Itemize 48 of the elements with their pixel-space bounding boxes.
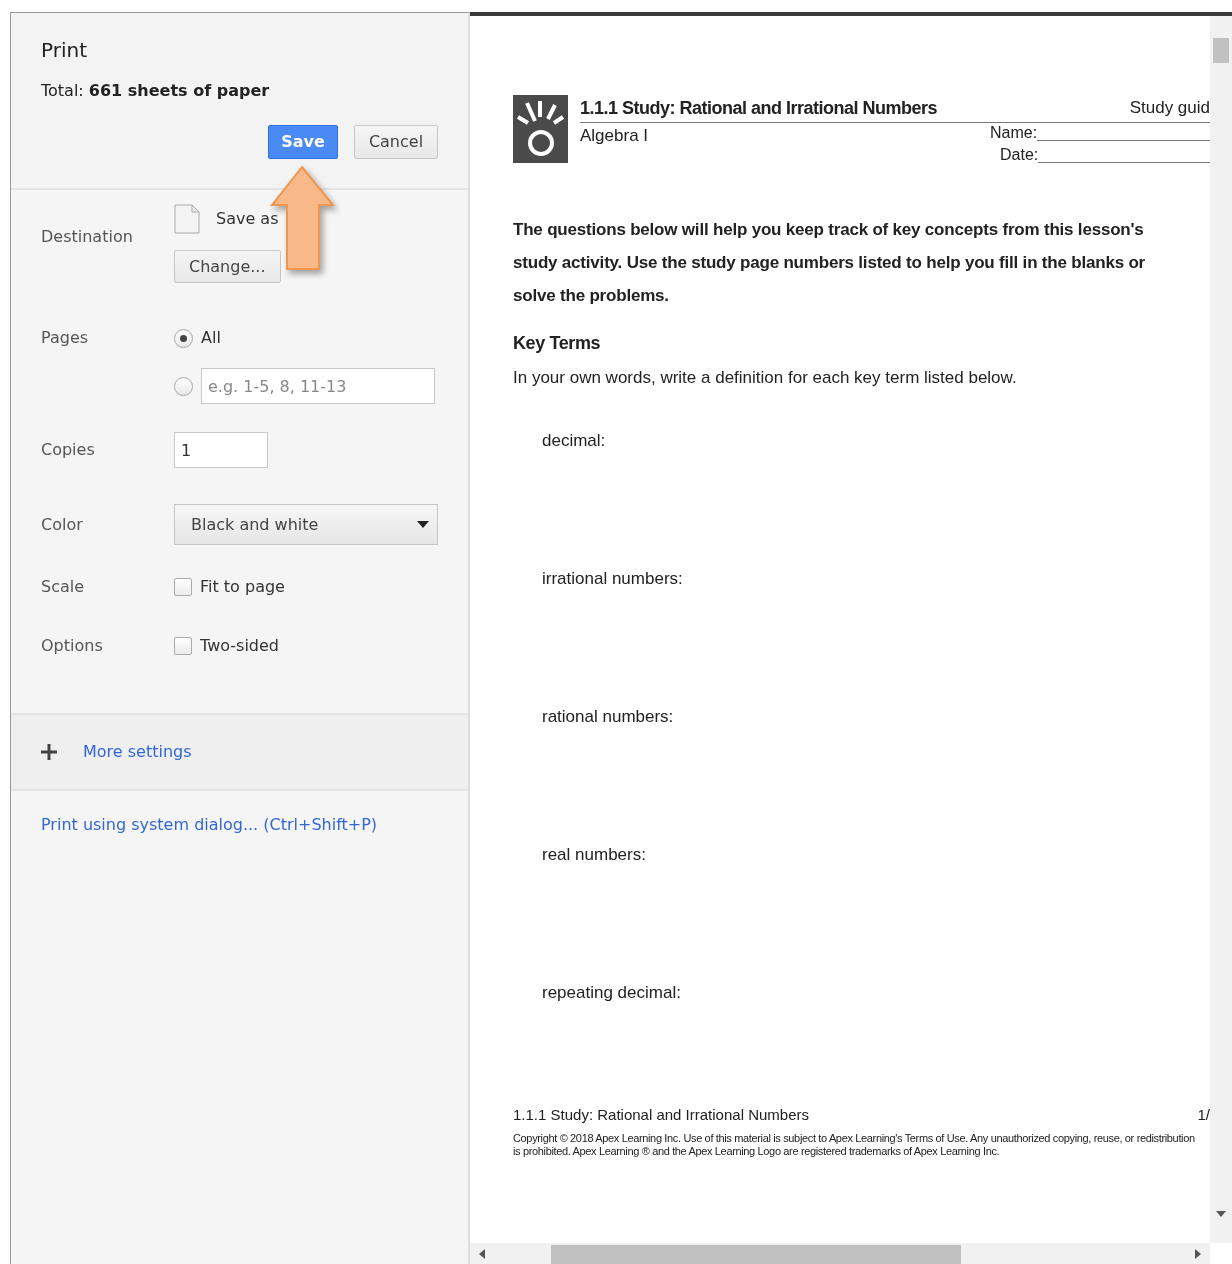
- setting-label: Destination: [41, 226, 134, 248]
- scroll-down-icon[interactable]: [1216, 1211, 1226, 1217]
- change-button[interactable]: Change...: [174, 250, 281, 283]
- total-sheets-text: Total: 661 sheets of paper: [41, 80, 271, 102]
- more-settings-link[interactable]: More settings: [83, 740, 192, 764]
- radio-label: All: [201, 327, 221, 349]
- key-term: irrational numbers:: [542, 568, 683, 588]
- scroll-thumb[interactable]: [1213, 38, 1229, 63]
- destination-value: Save as: [216, 208, 279, 230]
- field-label: Date:: [1000, 145, 1039, 165]
- intro-paragraph: The questions below will help you keep track of key concepts from this lesson's study activity. Use the study page numbers listed to help you fill in the blanks or solve the problems.: [513, 219, 1147, 307]
- logo-icon: [513, 95, 568, 163]
- cancel-button[interactable]: Cancel: [354, 125, 438, 159]
- scroll-left-icon[interactable]: [479, 1248, 485, 1259]
- key-term: real numbers:: [542, 844, 646, 864]
- copyright-text: Copyright © 2018 Apex Learning Inc. Use of this material is subject to Apex Learning's Terms of Use. Any unauthorized copying, reuse, or redistribution is prohibited. Apex Learning ® and the Apex Learning Logo are registered trademarks of Apex Learning Inc.: [513, 1132, 1196, 1158]
- plus-icon[interactable]: [41, 744, 57, 760]
- setting-label: Options: [41, 635, 104, 657]
- checkbox[interactable]: [174, 637, 192, 655]
- footer-title: 1.1.1 Study: Rational and Irrational Numbers: [513, 1104, 809, 1125]
- page-number: 1/: [1197, 1104, 1210, 1125]
- key-term: rational numbers:: [542, 706, 674, 726]
- field-label: Name:: [990, 123, 1038, 143]
- copies-field[interactable]: 1: [174, 432, 268, 468]
- setting-label: Color: [41, 514, 84, 536]
- setting-label: Scale: [41, 576, 86, 598]
- caret-icon: [417, 521, 429, 528]
- scroll-thumb[interactable]: [551, 1245, 961, 1264]
- setting-label: Pages: [41, 327, 90, 349]
- document-title: 1.1.1 Study: Rational and Irrational Numbers: [580, 97, 938, 120]
- instruction-text: In your own words, write a definition for each key term listed below.: [513, 367, 1018, 389]
- section-heading: Key Terms: [513, 332, 602, 355]
- document-icon: [174, 204, 200, 234]
- course-name: Algebra I: [580, 125, 650, 147]
- setting-label: Copies: [41, 439, 96, 461]
- system-dialog-link[interactable]: Print using system dialog... (Ctrl+Shift+P): [41, 815, 378, 834]
- key-term: repeating decimal:: [542, 982, 681, 1002]
- radio-button[interactable]: [174, 376, 193, 396]
- checkbox-label: Two-sided: [200, 635, 279, 657]
- radio-button[interactable]: [174, 328, 193, 348]
- document-type: Study guid: [1129, 97, 1210, 119]
- color-dropdown[interactable]: Black and white: [174, 504, 438, 545]
- dialog-title: Print: [41, 37, 88, 64]
- scroll-right-icon[interactable]: [1195, 1248, 1201, 1259]
- checkbox[interactable]: [174, 578, 192, 596]
- key-term: decimal:: [542, 430, 606, 450]
- page-range-field[interactable]: e.g. 1-5, 8, 11-13: [201, 368, 435, 404]
- checkbox-label: Fit to page: [200, 576, 285, 598]
